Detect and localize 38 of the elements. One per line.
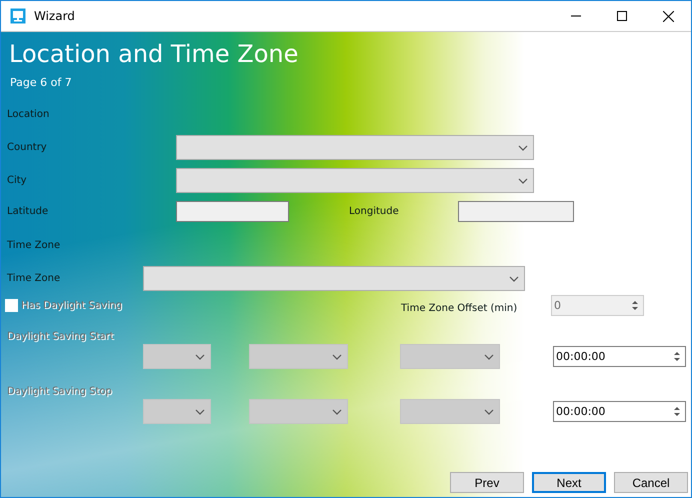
chevron-down-icon bbox=[195, 354, 205, 360]
section-heading: Time Zone bbox=[7, 240, 62, 253]
chevron-down-icon bbox=[484, 354, 494, 360]
chevron-down-icon bbox=[518, 178, 528, 184]
field-label: Daylight Saving Stop bbox=[7, 386, 113, 396]
chevron-down-icon bbox=[332, 354, 342, 360]
checkbox[interactable] bbox=[5, 299, 18, 312]
window-title: Wizard bbox=[34, 9, 76, 23]
dropdown[interactable] bbox=[143, 266, 525, 291]
field-label: Latitude bbox=[7, 206, 50, 217]
dropdown[interactable] bbox=[249, 399, 348, 424]
field-label: Daylight Saving Start bbox=[7, 330, 115, 342]
chevron-down-icon bbox=[518, 144, 528, 150]
dropdown[interactable] bbox=[249, 344, 348, 369]
field-label: Country bbox=[7, 142, 48, 153]
latitude-field[interactable] bbox=[176, 201, 289, 222]
field-label: Longitude bbox=[349, 206, 400, 217]
dropdown[interactable] bbox=[176, 135, 534, 160]
chevron-down-icon bbox=[195, 408, 205, 414]
field-label: Time Zone bbox=[7, 273, 62, 284]
chevron-down-icon bbox=[484, 408, 494, 414]
dropdown[interactable] bbox=[176, 168, 534, 193]
chevron-down-icon bbox=[332, 408, 342, 414]
maximize-icon bbox=[617, 11, 627, 21]
wizard-button[interactable]: Cancel bbox=[614, 472, 688, 493]
chevron-down-icon bbox=[509, 276, 519, 282]
field-label: Time Zone Offset (min) bbox=[401, 303, 518, 314]
close-icon bbox=[662, 10, 674, 22]
longitude-field[interactable] bbox=[458, 201, 574, 222]
dropdown[interactable] bbox=[400, 399, 500, 424]
section-heading: Location bbox=[7, 109, 50, 122]
page-title: Location and Time Zone bbox=[9, 39, 300, 70]
app-icon bbox=[10, 8, 26, 24]
field-label: City bbox=[7, 175, 28, 186]
page-counter: Page 6 of 7 bbox=[10, 76, 73, 89]
dropdown[interactable] bbox=[400, 344, 500, 369]
wizard-button[interactable]: Next bbox=[532, 472, 606, 493]
wizard-button[interactable]: Prev bbox=[450, 472, 524, 493]
